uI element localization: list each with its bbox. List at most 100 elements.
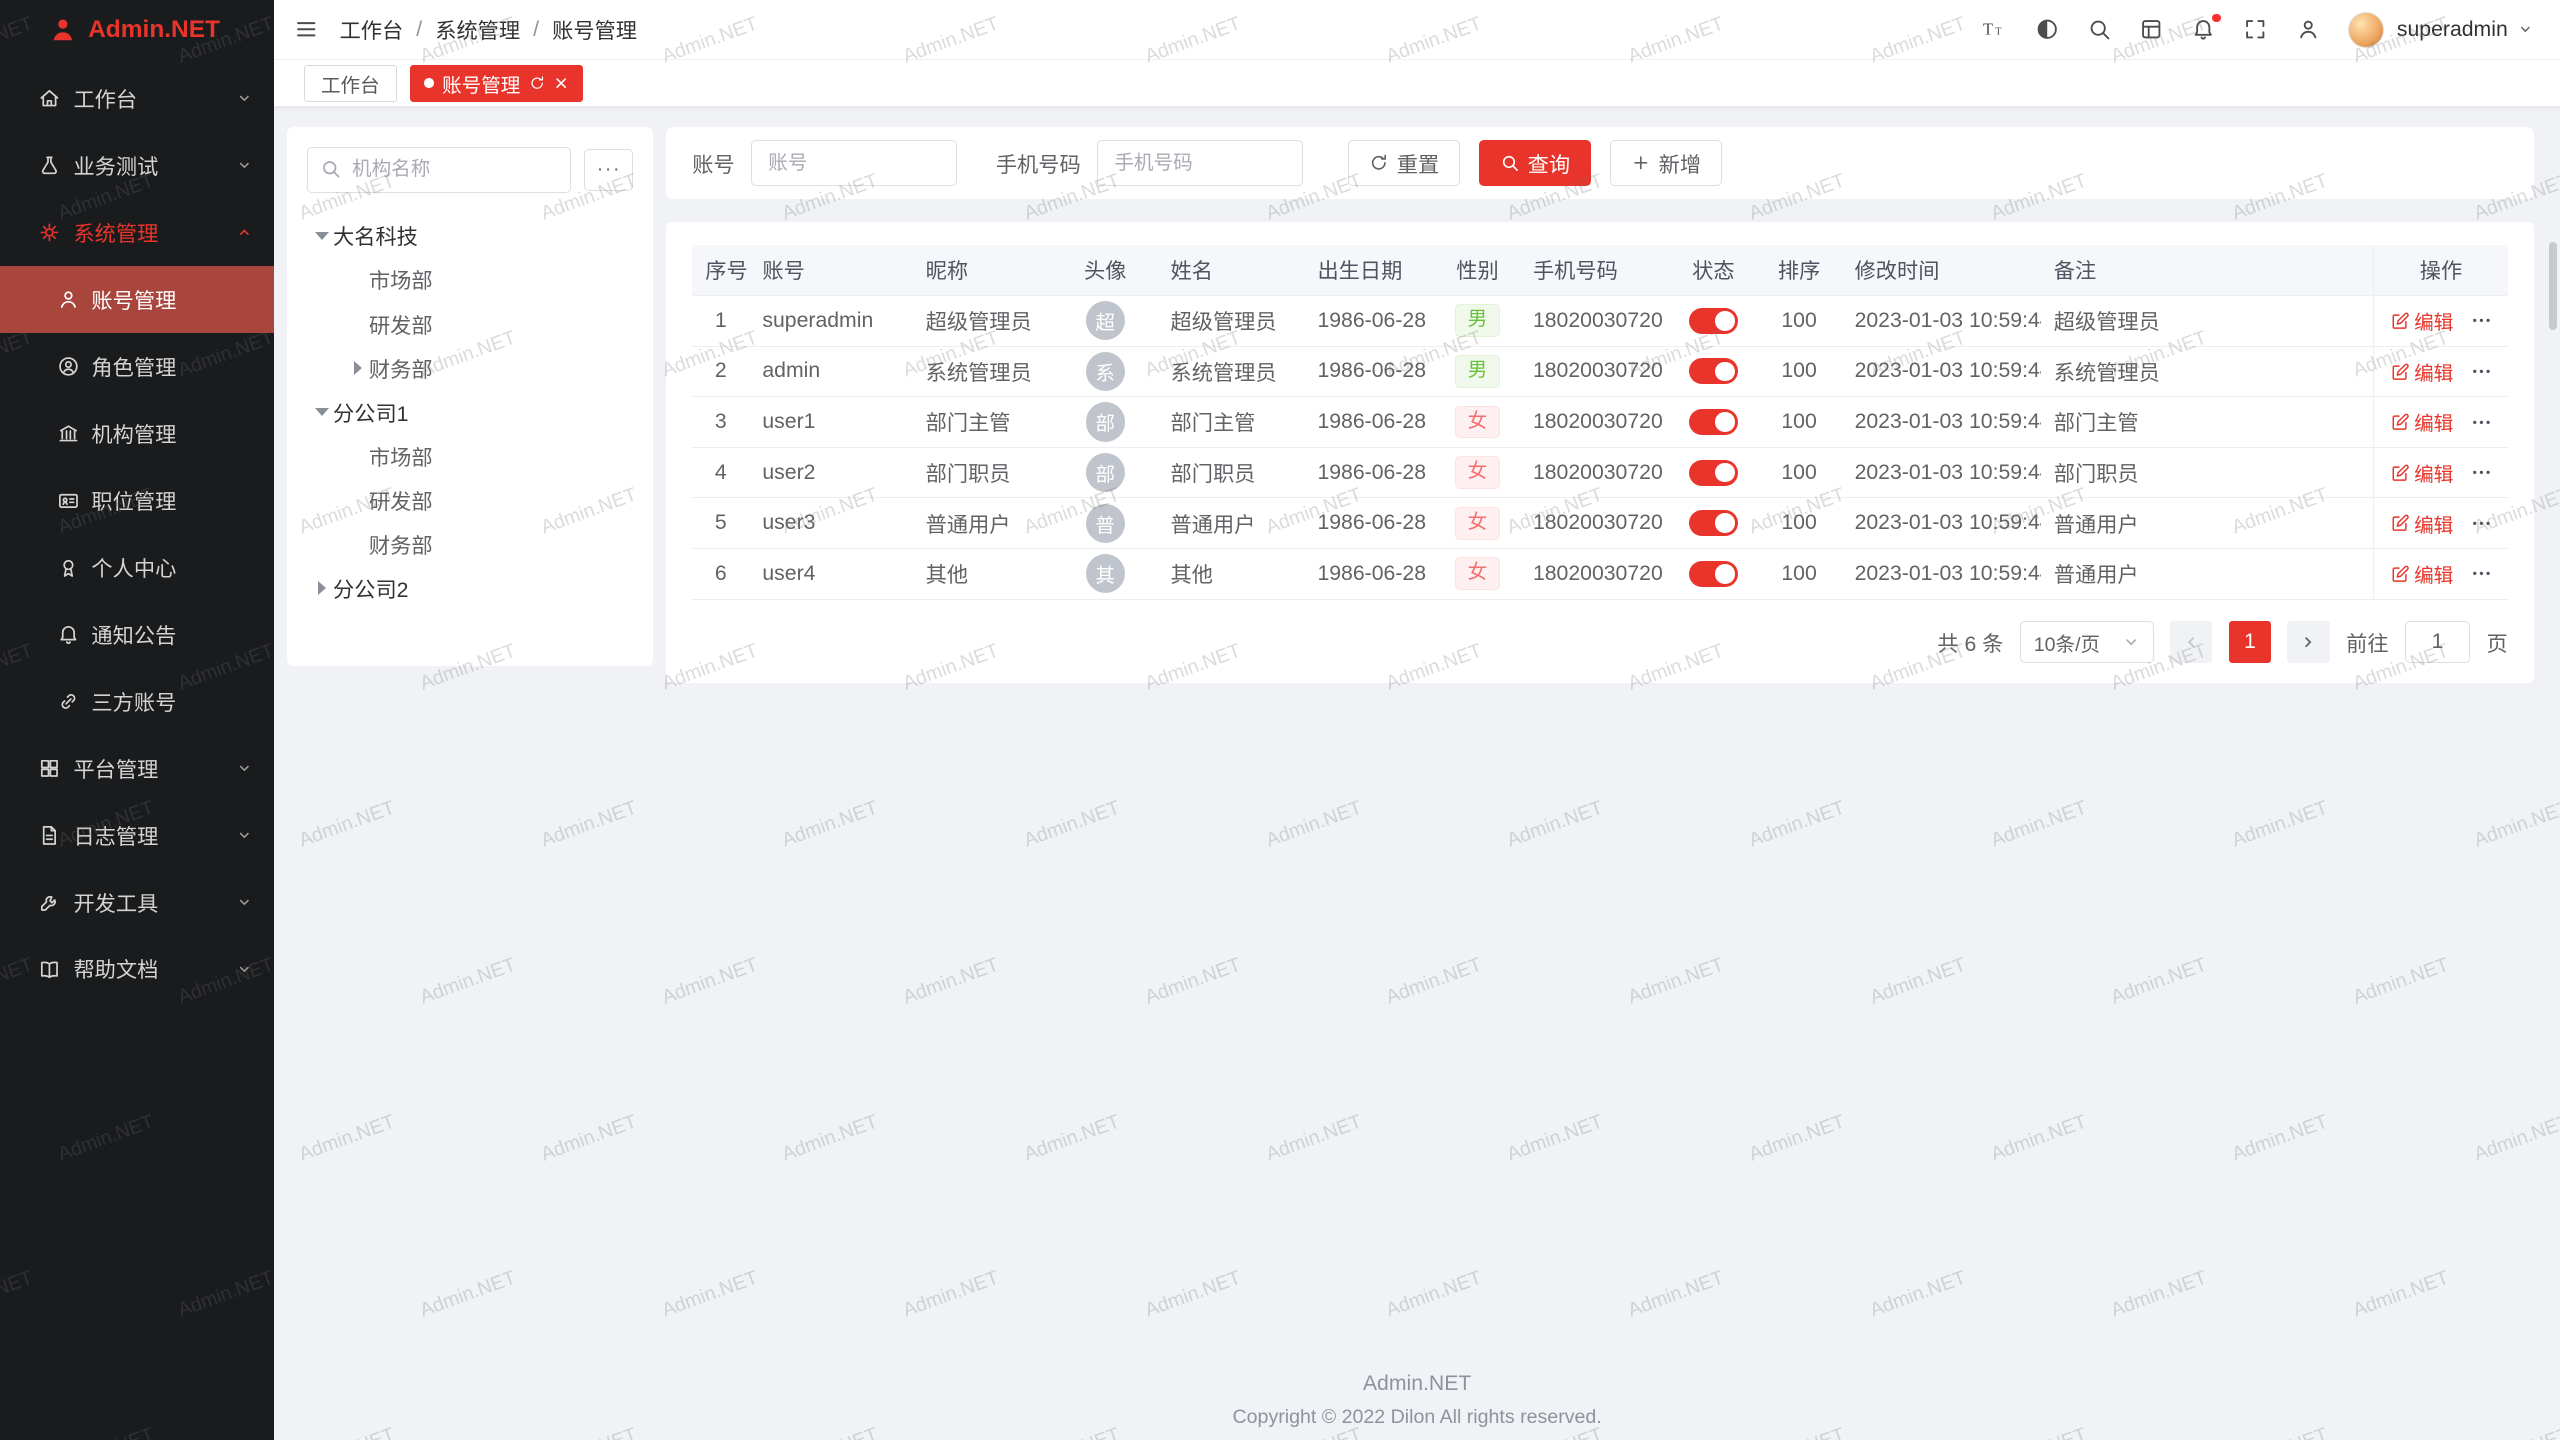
username[interactable]: superadmin [2397, 18, 2508, 42]
hamburger-menu-icon[interactable] [294, 17, 318, 41]
column-header-9: 排序 [1757, 245, 1842, 296]
avatar[interactable] [2348, 12, 2384, 48]
sidebar-subitem-2-3[interactable]: 职位管理 [0, 467, 274, 534]
search-icon[interactable] [2087, 17, 2111, 41]
gear-icon [38, 221, 61, 244]
bell-icon[interactable] [2191, 17, 2215, 41]
theme-icon[interactable] [2035, 17, 2059, 41]
cell-sort: 100 [1757, 498, 1842, 549]
sidebar-item-6[interactable]: 帮助文档 [0, 935, 274, 1002]
page-size-select[interactable]: 10条/页 [2020, 621, 2154, 663]
fullscreen-icon[interactable] [2243, 17, 2267, 41]
sidebar-item-3[interactable]: 平台管理 [0, 735, 274, 802]
gender-tag: 男 [1455, 304, 1499, 337]
status-toggle[interactable] [1689, 308, 1738, 334]
sidebar: Admin.NET 工作台业务测试系统管理账号管理角色管理机构管理职位管理个人中… [0, 0, 274, 1440]
tree-node-2[interactable]: 研发部 [307, 302, 634, 346]
tree-node-0[interactable]: 大名科技 [307, 214, 634, 258]
edit-button[interactable]: 编辑 [2390, 509, 2454, 538]
chevron-down-icon [237, 895, 252, 910]
skin-icon[interactable] [2139, 17, 2163, 41]
cell-phone: 18020030720 [1520, 498, 1670, 549]
row-avatar: 系 [1086, 352, 1125, 391]
tree-node-1[interactable]: 市场部 [307, 258, 634, 302]
status-toggle[interactable] [1689, 460, 1738, 486]
row-avatar: 其 [1086, 554, 1125, 593]
status-toggle[interactable] [1689, 409, 1738, 435]
add-button[interactable]: 新增 [1610, 140, 1721, 186]
sidebar-item-4[interactable]: 日志管理 [0, 802, 274, 869]
edit-button[interactable]: 编辑 [2390, 357, 2454, 386]
cell-avatar: 系 [1053, 346, 1157, 397]
edit-button[interactable]: 编辑 [2390, 407, 2454, 436]
status-toggle[interactable] [1689, 510, 1738, 536]
cell-name: 部门主管 [1157, 397, 1304, 448]
cell-sort: 100 [1757, 295, 1842, 346]
tools-icon [38, 891, 61, 914]
font-size-icon[interactable]: TT [1982, 17, 2006, 41]
phone-input[interactable] [1097, 140, 1303, 186]
tree-node-5[interactable]: 市场部 [307, 434, 634, 478]
sidebar-item-5[interactable]: 开发工具 [0, 869, 274, 936]
prev-page-button[interactable] [2170, 621, 2212, 663]
sidebar-item-2[interactable]: 系统管理 [0, 199, 274, 266]
row-more-button[interactable] [2470, 562, 2493, 585]
reset-button[interactable]: 重置 [1348, 140, 1459, 186]
row-more-button[interactable] [2470, 360, 2493, 383]
row-avatar: 普 [1086, 504, 1125, 543]
tree-node-6[interactable]: 研发部 [307, 478, 634, 522]
breadcrumb-item-0[interactable]: 工作台 [340, 14, 404, 45]
search-button[interactable]: 查询 [1479, 140, 1590, 186]
sidebar-subitem-2-0[interactable]: 账号管理 [0, 266, 274, 333]
breadcrumb-item-1[interactable]: 系统管理 [435, 14, 520, 45]
pagination-total: 共 6 条 [1937, 627, 2003, 658]
sidebar-subitem-2-2[interactable]: 机构管理 [0, 400, 274, 467]
tab-close-icon[interactable] [553, 75, 569, 91]
gender-tag: 女 [1455, 557, 1499, 590]
sidebar-subitem-2-1[interactable]: 角色管理 [0, 333, 274, 400]
next-page-button[interactable] [2287, 621, 2329, 663]
org-tree: 大名科技市场部研发部财务部分公司1市场部研发部财务部分公司2 [307, 214, 634, 611]
tree-node-3[interactable]: 财务部 [307, 346, 634, 390]
org-search-input[interactable] [307, 147, 572, 193]
cell-gender: 女 [1435, 397, 1520, 448]
tree-node-7[interactable]: 财务部 [307, 522, 634, 566]
row-more-button[interactable] [2470, 461, 2493, 484]
cell-status [1670, 346, 1757, 397]
caret-right-icon [346, 361, 369, 375]
tree-more-button[interactable]: ··· [584, 149, 633, 191]
cell-account: admin [749, 346, 912, 397]
breadcrumb-item-2[interactable]: 账号管理 [552, 14, 637, 45]
tab-refresh-icon[interactable] [529, 75, 545, 91]
chevron-left-icon [2183, 634, 2199, 650]
row-more-button[interactable] [2470, 309, 2493, 332]
account-input[interactable] [751, 140, 957, 186]
topbar: 工作台/系统管理/账号管理 TT superadmin [274, 0, 2560, 60]
sidebar-item-0[interactable]: 工作台 [0, 65, 274, 132]
sidebar-subitem-2-6[interactable]: 三方账号 [0, 668, 274, 735]
tree-node-8[interactable]: 分公司2 [307, 566, 634, 610]
sidebar-item-1[interactable]: 业务测试 [0, 132, 274, 199]
tab-0[interactable]: 工作台 [304, 65, 397, 103]
edit-button[interactable]: 编辑 [2390, 458, 2454, 487]
goto-page-input[interactable] [2405, 621, 2470, 663]
tab-1[interactable]: 账号管理 [410, 65, 583, 103]
cell-account: user4 [749, 549, 912, 600]
row-more-button[interactable] [2470, 411, 2493, 434]
edit-button[interactable]: 编辑 [2390, 306, 2454, 335]
status-toggle[interactable] [1689, 561, 1738, 587]
sidebar-subitem-2-5[interactable]: 通知公告 [0, 601, 274, 668]
cell-gender: 女 [1435, 498, 1520, 549]
user-icon[interactable] [2296, 17, 2320, 41]
cell-account: user1 [749, 397, 912, 448]
cell-birthdate: 1986-06-28 [1304, 346, 1435, 397]
status-toggle[interactable] [1689, 358, 1738, 384]
scrollbar-thumb[interactable] [2549, 242, 2557, 330]
column-header-6: 性别 [1435, 245, 1520, 296]
sidebar-subitem-2-4[interactable]: 个人中心 [0, 534, 274, 601]
page-button-1[interactable]: 1 [2229, 621, 2271, 663]
row-more-button[interactable] [2470, 512, 2493, 535]
edit-button[interactable]: 编辑 [2390, 559, 2454, 588]
cell-remark: 普通用户 [2041, 498, 2374, 549]
tree-node-4[interactable]: 分公司1 [307, 390, 634, 434]
